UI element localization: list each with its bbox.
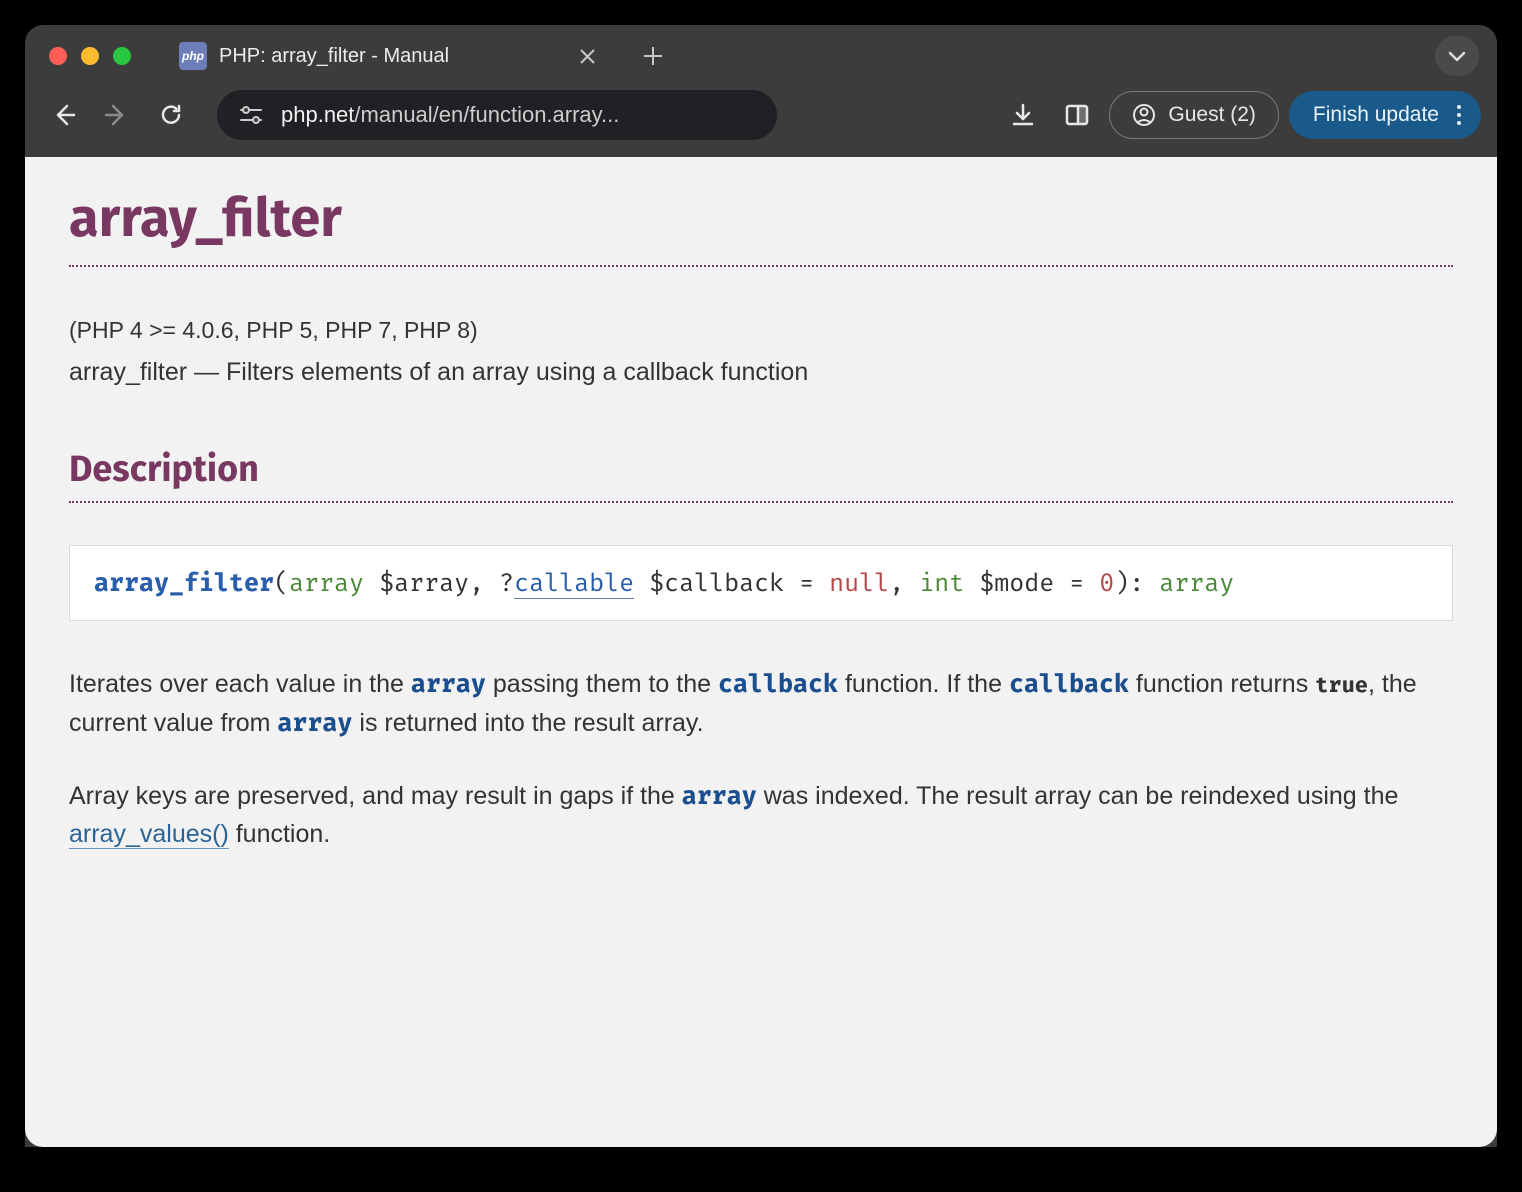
description-paragraph-1: Iterates over each value in the array pa… (69, 665, 1453, 743)
finish-update-button[interactable]: Finish update (1289, 91, 1481, 139)
page-content: array_filter (PHP 4 >= 4.0.6, PHP 5, PHP… (25, 157, 1497, 1147)
new-tab-button[interactable] (643, 46, 663, 66)
profile-button[interactable]: Guest (2) (1109, 91, 1279, 139)
reload-button[interactable] (149, 93, 193, 137)
panel-icon (1064, 102, 1090, 128)
back-button[interactable] (41, 93, 85, 137)
finish-update-label: Finish update (1313, 103, 1439, 127)
version-info: (PHP 4 >= 4.0.6, PHP 5, PHP 7, PHP 8) (69, 317, 1453, 344)
forward-button[interactable] (95, 93, 139, 137)
callable-type-link[interactable]: callable (514, 568, 634, 599)
side-panel-button[interactable] (1055, 93, 1099, 137)
reload-icon (158, 102, 184, 128)
plus-icon (643, 46, 663, 66)
page-title: array_filter (69, 187, 1453, 267)
download-icon (1010, 102, 1036, 128)
maximize-window-button[interactable] (113, 47, 131, 65)
array-values-link[interactable]: array_values() (69, 820, 229, 849)
function-signature: array_filter(array $array, ?callable $ca… (69, 545, 1453, 621)
function-summary: array_filter — Filters elements of an ar… (69, 358, 1453, 387)
close-tab-button[interactable] (579, 48, 603, 65)
tab-favicon: php (179, 42, 207, 70)
downloads-button[interactable] (1001, 93, 1045, 137)
toolbar: php.net/manual/en/function.array... Gues… (25, 87, 1497, 157)
site-settings-button[interactable] (239, 105, 263, 125)
close-icon (579, 48, 596, 65)
menu-icon (1457, 105, 1461, 125)
tune-icon (239, 105, 263, 125)
arrow-right-icon (104, 102, 130, 128)
address-bar[interactable]: php.net/manual/en/function.array... (217, 90, 777, 140)
url-text: php.net/manual/en/function.array... (281, 102, 619, 128)
tab-title: PHP: array_filter - Manual (219, 45, 567, 68)
section-heading-description: Description (69, 447, 1453, 503)
browser-tab[interactable]: php PHP: array_filter - Manual (161, 30, 621, 82)
browser-chrome: php PHP: array_filter - Manual (25, 25, 1497, 1147)
close-window-button[interactable] (49, 47, 67, 65)
tab-bar: php PHP: array_filter - Manual (25, 25, 1497, 87)
chevron-down-icon (1448, 50, 1466, 62)
browser-window: php PHP: array_filter - Manual (0, 0, 1522, 1192)
profile-label: Guest (2) (1168, 103, 1256, 127)
arrow-left-icon (50, 102, 76, 128)
tab-search-button[interactable] (1435, 36, 1479, 76)
user-icon (1132, 103, 1156, 127)
description-paragraph-2: Array keys are preserved, and may result… (69, 777, 1453, 855)
minimize-window-button[interactable] (81, 47, 99, 65)
window-controls (49, 47, 131, 65)
